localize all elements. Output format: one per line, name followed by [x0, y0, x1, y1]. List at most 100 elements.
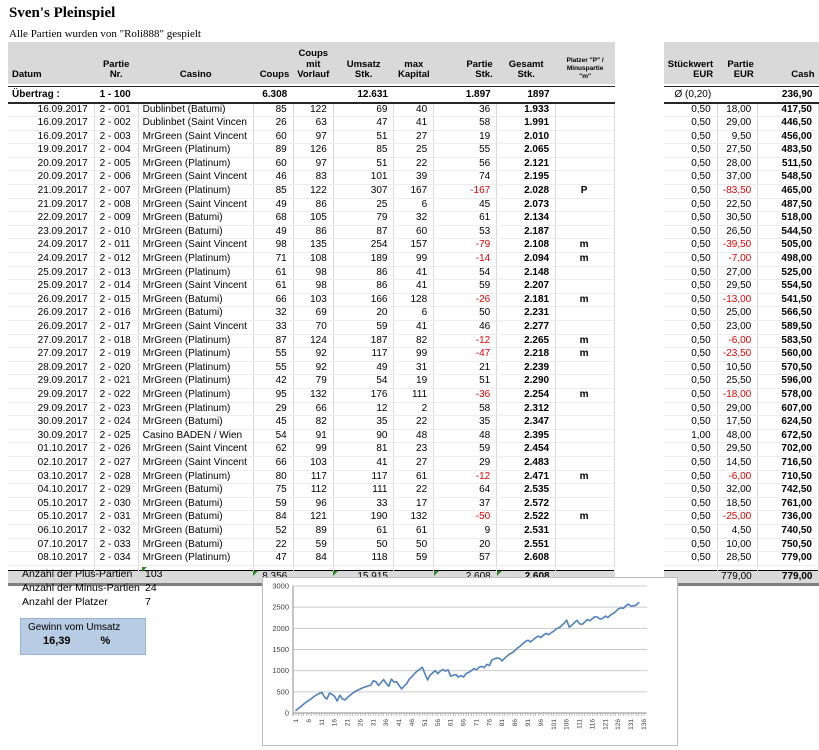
- cell-partie-eur[interactable]: 27,50: [717, 143, 759, 158]
- cell-partie-stk[interactable]: 54: [433, 266, 498, 281]
- cell-cash[interactable]: 702,00: [757, 442, 819, 457]
- cell-umsatz-stk[interactable]: 117: [333, 347, 395, 362]
- cell-casino[interactable]: MrGreen (Platinum): [138, 374, 254, 389]
- cell-stueckwert-eur[interactable]: 0,50: [663, 388, 718, 403]
- cell-max-kapital[interactable]: 31: [393, 361, 435, 376]
- cell-casino[interactable]: MrGreen (Saint Vincent: [138, 279, 254, 294]
- cell-umsatz-stk[interactable]: 90: [333, 429, 395, 444]
- cell-gesamt-stk[interactable]: 2.134: [496, 211, 557, 226]
- stat-platzer-value[interactable]: 7: [142, 595, 172, 609]
- cell-datum[interactable]: 29.09.2017: [8, 402, 95, 417]
- cell-partie-eur[interactable]: 28,50: [717, 551, 759, 566]
- cell-partie-stk[interactable]: -167: [433, 184, 498, 199]
- uebertrag-gesamt-stk[interactable]: 1897: [496, 85, 556, 104]
- cell-partie-eur[interactable]: 28,00: [717, 157, 759, 172]
- cell-partie-stk[interactable]: 20: [433, 538, 498, 553]
- cell-max-kapital[interactable]: 39: [393, 170, 435, 186]
- cell-cash[interactable]: 740,50: [757, 524, 819, 539]
- cell-stueckwert-eur[interactable]: 0,50: [663, 320, 718, 335]
- cell-partie-stk[interactable]: 64: [433, 483, 498, 498]
- cell-cash[interactable]: 570,50: [757, 361, 819, 376]
- cell-cash[interactable]: 583,50: [757, 334, 819, 349]
- cell-umsatz-stk[interactable]: 41: [333, 456, 395, 471]
- cell-casino[interactable]: MrGreen (Batumi): [138, 211, 254, 226]
- cell-coups[interactable]: 46: [253, 170, 294, 186]
- cell-max-kapital[interactable]: 2: [393, 402, 435, 417]
- cell-umsatz-stk[interactable]: 51: [333, 130, 395, 145]
- gewinn-vom-umsatz-box[interactable]: Gewinn vom Umsatz 16,39%: [20, 618, 146, 655]
- cell-stueckwert-eur[interactable]: 0,50: [663, 497, 718, 512]
- cell-max-kapital[interactable]: 22: [393, 415, 435, 430]
- cell-cash[interactable]: 511,50: [757, 157, 819, 172]
- cell-platzer[interactable]: [555, 143, 616, 158]
- cell-coups-vorlauf[interactable]: 124: [293, 334, 334, 349]
- profit-chart[interactable]: 0 500 1000 1500 2000 2500 3000 1 6 11 16 21 26 31 36 41…: [262, 577, 678, 746]
- cell-stueckwert-eur[interactable]: 1,00: [663, 429, 718, 444]
- cell-partie-nr[interactable]: 2 - 023: [94, 402, 139, 417]
- cell-umsatz-stk[interactable]: 254: [333, 238, 395, 254]
- cell-coups[interactable]: 54: [253, 429, 294, 444]
- cell-umsatz-stk[interactable]: 69: [333, 102, 395, 118]
- cell-partie-nr[interactable]: 2 - 021: [94, 374, 139, 389]
- cell-casino[interactable]: MrGreen (Saint Vincent: [138, 198, 254, 213]
- cell-coups[interactable]: 89: [253, 143, 294, 158]
- cell-casino[interactable]: MrGreen (Platinum): [138, 266, 254, 281]
- cell-coups-vorlauf[interactable]: 112: [293, 483, 334, 498]
- cell-partie-nr[interactable]: 2 - 011: [94, 238, 139, 254]
- cell-partie-nr[interactable]: 2 - 001: [94, 102, 139, 118]
- cell-casino[interactable]: Dublinbet (Saint Vincen: [138, 116, 254, 131]
- cell-casino[interactable]: MrGreen (Platinum): [138, 143, 254, 158]
- cell-coups[interactable]: 68: [253, 211, 294, 226]
- cell-coups-vorlauf[interactable]: 103: [293, 293, 334, 308]
- cell-cash[interactable]: 525,00: [757, 266, 819, 281]
- cell-partie-nr[interactable]: 2 - 028: [94, 470, 139, 485]
- cell-coups-vorlauf[interactable]: 82: [293, 415, 334, 430]
- cell-umsatz-stk[interactable]: 187: [333, 334, 395, 349]
- cell-casino[interactable]: MrGreen (Saint Vincent: [138, 320, 254, 335]
- cell-stueckwert-eur[interactable]: 0,50: [663, 524, 718, 539]
- cell-coups-vorlauf[interactable]: 97: [293, 157, 334, 172]
- cell-stueckwert-eur[interactable]: 0,50: [663, 538, 718, 553]
- cell-platzer[interactable]: [555, 279, 616, 294]
- cell-coups-vorlauf[interactable]: 97: [293, 130, 334, 145]
- cell-partie-nr[interactable]: 2 - 013: [94, 266, 139, 281]
- cell-max-kapital[interactable]: 41: [393, 279, 435, 294]
- cell-datum[interactable]: 19.09.2017: [8, 143, 95, 158]
- cell-platzer[interactable]: [555, 456, 616, 471]
- cell-gesamt-stk[interactable]: 2.108: [496, 238, 557, 254]
- cell-cash[interactable]: 589,50: [757, 320, 819, 335]
- cell-stueckwert-eur[interactable]: 0,50: [663, 116, 718, 131]
- cell-platzer[interactable]: [555, 198, 616, 213]
- cell-cash[interactable]: 548,50: [757, 170, 819, 186]
- cell-partie-nr[interactable]: 2 - 030: [94, 497, 139, 512]
- cell-max-kapital[interactable]: 27: [393, 130, 435, 145]
- header-casino[interactable]: Casino: [138, 42, 254, 84]
- cell-max-kapital[interactable]: 99: [393, 252, 435, 267]
- cell-max-kapital[interactable]: 27: [393, 456, 435, 471]
- cell-partie-stk[interactable]: 58: [433, 116, 498, 131]
- cell-coups-vorlauf[interactable]: 59: [293, 538, 334, 553]
- cell-stueckwert-eur[interactable]: 0,50: [663, 130, 718, 145]
- cell-coups-vorlauf[interactable]: 135: [293, 238, 334, 254]
- cell-datum[interactable]: 26.09.2017: [8, 306, 95, 321]
- cell-gesamt-stk[interactable]: 2.121: [496, 157, 557, 172]
- cell-max-kapital[interactable]: 6: [393, 198, 435, 213]
- cell-gesamt-stk[interactable]: 2.231: [496, 306, 557, 321]
- cell-coups-vorlauf[interactable]: 70: [293, 320, 334, 335]
- cell-stueckwert-eur[interactable]: 0,50: [663, 102, 718, 118]
- cell-datum[interactable]: 03.10.2017: [8, 470, 95, 485]
- cell-partie-stk[interactable]: -36: [433, 388, 498, 403]
- cell-coups[interactable]: 61: [253, 266, 294, 281]
- cell-platzer[interactable]: [555, 102, 616, 118]
- cell-umsatz-stk[interactable]: 86: [333, 266, 395, 281]
- cell-casino[interactable]: MrGreen (Batumi): [138, 483, 254, 498]
- cell-platzer[interactable]: [555, 429, 616, 444]
- cell-max-kapital[interactable]: 22: [393, 157, 435, 172]
- cell-stueckwert-eur[interactable]: 0,50: [663, 334, 718, 349]
- cell-partie-eur[interactable]: 37,00: [717, 170, 759, 186]
- cell-datum[interactable]: 30.09.2017: [8, 415, 95, 430]
- cell-max-kapital[interactable]: 22: [393, 483, 435, 498]
- cell-stueckwert-eur[interactable]: 0,50: [663, 184, 718, 199]
- cell-platzer[interactable]: [555, 157, 616, 172]
- cell-partie-stk[interactable]: 9: [433, 524, 498, 539]
